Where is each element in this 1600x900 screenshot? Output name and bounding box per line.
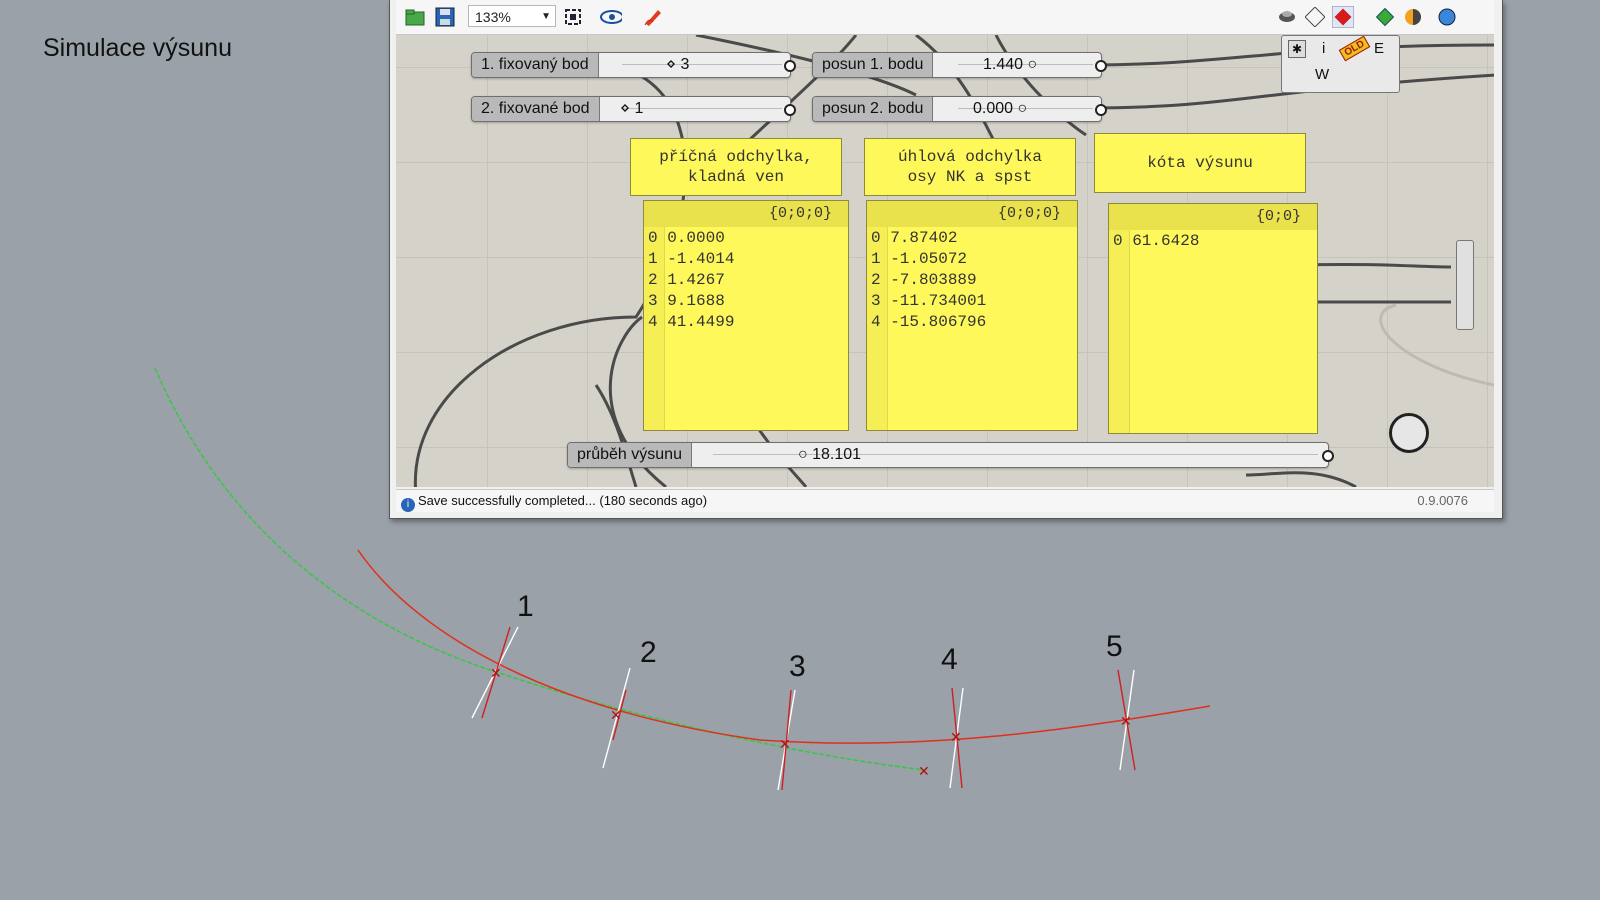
svg-text:✕: ✕ (918, 763, 930, 779)
info-icon: i (401, 498, 415, 512)
station-label-5: 5 (1106, 630, 1123, 663)
station-label-4: 4 (941, 643, 958, 676)
note-extrusion-dimension[interactable]: kóta výsunu (1094, 133, 1306, 193)
sketch-pen-icon[interactable] (642, 6, 664, 28)
slider-extrusion-progress[interactable]: průběh výsunu ○ 18.101 (567, 442, 1334, 468)
output-grip[interactable] (1322, 450, 1334, 462)
slider-value: ⋄ 3 (666, 56, 690, 73)
station-label-3: 3 (789, 650, 806, 683)
version-label: 0.9.0076 (1417, 493, 1468, 508)
zoom-select[interactable]: 133% ▼ (468, 5, 556, 27)
output-grip[interactable] (784, 60, 796, 72)
grasshopper-window: 133% ▼ 1. fixovaný bod ⋄ 3 2. fixované b… (389, 0, 1503, 519)
viewport-title: Simulace výsunu (43, 34, 232, 62)
zoom-value: 133% (475, 9, 511, 25)
cluster-input-i: i (1322, 40, 1326, 57)
preview-eye-icon[interactable] (600, 6, 622, 28)
slider-value: ⋄ 1 (620, 100, 644, 117)
panel-row: 3 9.1688 (648, 292, 725, 310)
slider-track (622, 108, 782, 109)
note-angular-deviation[interactable]: úhlová odchylka osy NK a spst (864, 138, 1076, 196)
panel-extrusion-value[interactable]: {0;0} 0 61.6428 (1108, 203, 1318, 434)
panel-row: 0 0.0000 (648, 229, 725, 247)
cluster-output-w: W (1315, 66, 1330, 83)
slider-shift-1[interactable]: posun 1. bodu 1.440 ○ (812, 52, 1107, 78)
save-icon[interactable] (434, 6, 456, 28)
status-message: Save successfully completed... (180 seco… (418, 493, 708, 508)
svg-text:✕: ✕ (1120, 713, 1132, 729)
panel-lateral-values[interactable]: {0;0;0} 0 0.0000 1 -1.4014 2 1.4267 3 9.… (643, 200, 849, 431)
panel-row: 2 1.4267 (648, 271, 725, 289)
panel-row: 3 -11.734001 (871, 292, 987, 310)
panel-angular-values[interactable]: {0;0;0} 0 7.87402 1 -1.05072 2 -7.803889… (866, 200, 1078, 431)
svg-text:✕: ✕ (610, 707, 622, 723)
panel-row: 4 -15.806796 (871, 313, 987, 331)
slider-label: průběh výsunu (568, 443, 692, 467)
station-label-2: 2 (640, 636, 657, 669)
open-file-icon[interactable] (404, 6, 426, 28)
panel-row: 1 -1.05072 (871, 250, 968, 268)
slider-value: 1.440 ○ (983, 56, 1038, 73)
slider-track (622, 64, 782, 65)
panel-row: 4 41.4499 (648, 313, 735, 331)
slider-label: posun 2. bodu (813, 97, 934, 121)
panel-row: 2 -7.803889 (871, 271, 977, 289)
panel-row: 0 61.6428 (1113, 232, 1200, 250)
zoom-extents-icon[interactable] (562, 6, 584, 28)
asterisk-icon: ✱ (1288, 40, 1306, 58)
shaded-icon[interactable] (1332, 6, 1354, 28)
panel-path: {0;0} (1109, 204, 1317, 230)
grasshopper-canvas[interactable]: 1. fixovaný bod ⋄ 3 2. fixované bod ⋄ 1 … (396, 35, 1494, 487)
old-badge: OLD (1338, 35, 1371, 62)
slider-label: 2. fixované bod (472, 97, 600, 121)
slider-fixed-point-1[interactable]: 1. fixovaný bod ⋄ 3 (471, 52, 796, 78)
panel-row: 1 -1.4014 (648, 250, 735, 268)
sphere-icon[interactable] (1436, 6, 1458, 28)
panel-gutter (1109, 230, 1130, 433)
toolbar: 133% ▼ (396, 0, 1494, 35)
partial-component[interactable] (1456, 240, 1474, 330)
panel-path: {0;0;0} (644, 201, 848, 227)
slider-label: posun 1. bodu (813, 53, 934, 77)
panel-row: 0 7.87402 (871, 229, 958, 247)
panel-path: {0;0;0} (867, 201, 1077, 227)
output-grip[interactable] (1095, 104, 1107, 116)
slider-value: ○ 18.101 (798, 446, 862, 463)
cluster-output-e: E (1374, 40, 1385, 57)
wireframe-icon[interactable] (1304, 6, 1326, 28)
note-lateral-deviation[interactable]: příčná odchylka, kladná ven (630, 138, 842, 196)
svg-text:✕: ✕ (779, 736, 791, 752)
slider-label: 1. fixovaný bod (472, 53, 599, 77)
output-grip[interactable] (784, 104, 796, 116)
chevron-down-icon: ▼ (541, 11, 551, 22)
slider-fixed-point-2[interactable]: 2. fixované bod ⋄ 1 (471, 96, 796, 122)
colour-icon[interactable] (1402, 6, 1424, 28)
red-design-curve (357, 549, 1211, 744)
slider-value: 0.000 ○ (973, 100, 1028, 117)
slider-shift-2[interactable]: posun 2. bodu 0.000 ○ (812, 96, 1107, 122)
output-grip[interactable] (1095, 60, 1107, 72)
cluster-component[interactable]: ✱ i OLD E W (1281, 35, 1400, 93)
station-label-1: 1 (517, 590, 534, 623)
svg-text:✕: ✕ (950, 729, 962, 745)
svg-text:✕: ✕ (490, 665, 502, 681)
bake-icon[interactable] (1374, 6, 1396, 28)
status-bar: i Save successfully completed... (180 sec… (396, 489, 1494, 512)
render-preview-icon[interactable] (1276, 6, 1298, 28)
canvas-navigation-icon[interactable] (1389, 413, 1429, 453)
